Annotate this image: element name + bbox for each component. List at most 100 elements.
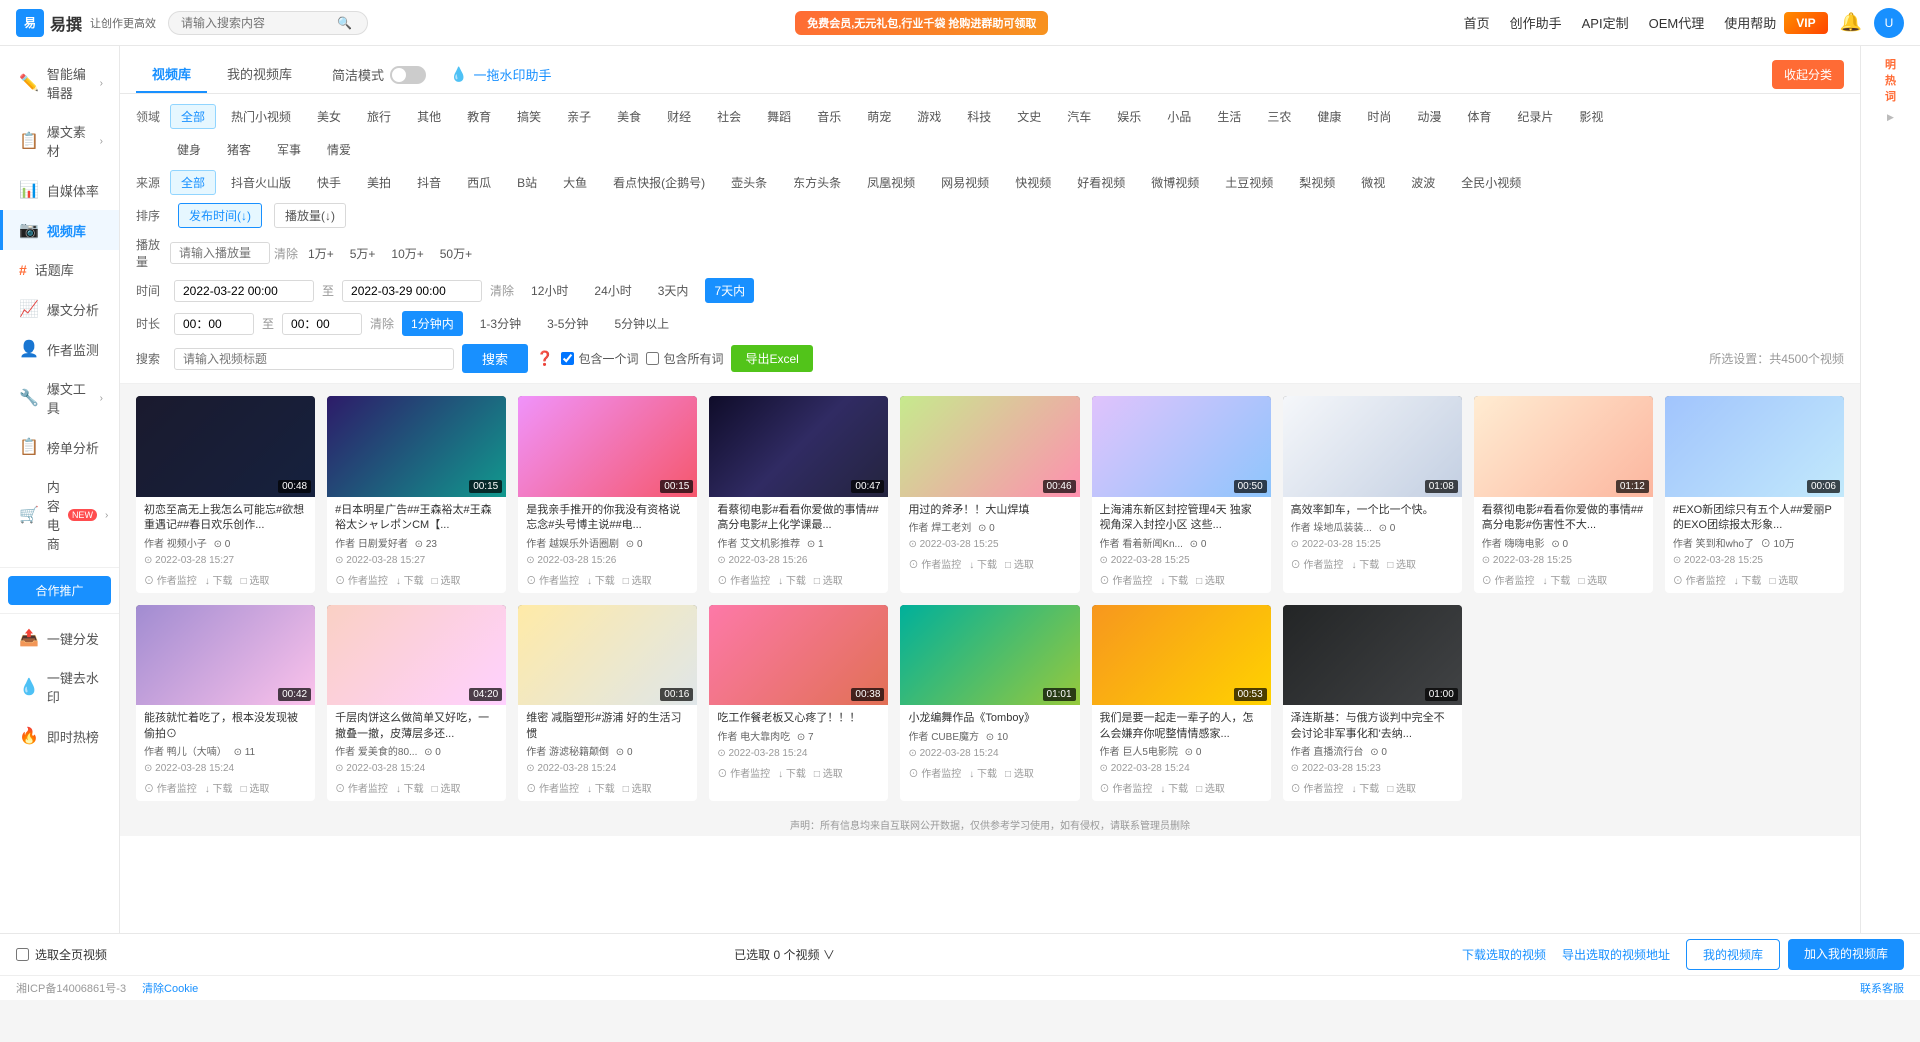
source-tag-li[interactable]: 梨视频 bbox=[1288, 170, 1346, 195]
nav-creator[interactable]: 创作助手 bbox=[1510, 13, 1562, 32]
video-card[interactable]: 00:38 吃工作餐老板又心疼了！！！ 作者 电大靠肉吃 ⊙ 7 ⊙ 2022-… bbox=[709, 605, 888, 802]
domain-tag-fitness[interactable]: 健身 bbox=[166, 137, 212, 162]
select-action[interactable]: □ 选取 bbox=[1578, 572, 1607, 587]
play-input[interactable] bbox=[170, 242, 270, 264]
domain-tag-fashion[interactable]: 时尚 bbox=[1356, 104, 1402, 129]
domain-tag-other[interactable]: 其他 bbox=[406, 104, 452, 129]
monitor-action[interactable]: ⊙ 作者监控 bbox=[1482, 572, 1535, 587]
select-action[interactable]: □ 选取 bbox=[1387, 780, 1416, 795]
monitor-action[interactable]: ⊙ 作者监控 bbox=[717, 572, 770, 587]
video-card[interactable]: 04:20 千层肉饼这么做简单又好吃，一撤叠一撤，皮薄层多还... 作者 爱美食… bbox=[327, 605, 506, 802]
domain-tag-ent[interactable]: 娱乐 bbox=[1106, 104, 1152, 129]
select-action[interactable]: □ 选取 bbox=[1196, 572, 1225, 587]
sidebar-item-article-material[interactable]: 📋 爆文素材 › bbox=[0, 112, 119, 170]
sidebar-item-article-analysis[interactable]: 📈 爆文分析 bbox=[0, 289, 119, 329]
domain-tag-anime[interactable]: 动漫 bbox=[1406, 104, 1452, 129]
sort-btn-time[interactable]: 发布时间(↓) bbox=[178, 203, 262, 228]
download-action[interactable]: ↓ 下载 bbox=[969, 556, 997, 571]
include-one-checkbox[interactable] bbox=[561, 352, 574, 365]
monitor-action[interactable]: ⊙ 作者监控 bbox=[335, 572, 388, 587]
domain-tag-society[interactable]: 社会 bbox=[706, 104, 752, 129]
download-action[interactable]: ↓ 下载 bbox=[778, 572, 806, 587]
help-icon[interactable]: ❓ bbox=[536, 350, 553, 367]
source-tag-dongfang[interactable]: 东方头条 bbox=[782, 170, 852, 195]
play-option-10w[interactable]: 10万+ bbox=[385, 243, 429, 264]
time-clear-btn[interactable]: 清除 bbox=[490, 282, 514, 299]
download-action[interactable]: ↓ 下载 bbox=[1543, 572, 1571, 587]
sidebar-item-video-library[interactable]: 📷 视频库 bbox=[0, 210, 119, 250]
monitor-action[interactable]: ⊙ 作者监控 bbox=[717, 765, 770, 780]
play-option-1w[interactable]: 1万+ bbox=[302, 243, 340, 264]
monitor-action[interactable]: ⊙ 作者监控 bbox=[1291, 780, 1344, 795]
video-card[interactable]: 00:53 我们是要一起走一辈子的人，怎么会嫌弃你呢整情情感家... 作者 巨人… bbox=[1092, 605, 1271, 802]
duration-end-input[interactable] bbox=[282, 313, 362, 335]
select-action[interactable]: □ 选取 bbox=[1387, 556, 1416, 571]
source-tag-weishi[interactable]: 微视 bbox=[1350, 170, 1396, 195]
source-tag-dayu[interactable]: 大鱼 bbox=[552, 170, 598, 195]
select-action[interactable]: □ 选取 bbox=[241, 780, 270, 795]
include-one-label[interactable]: 包含一个词 bbox=[561, 350, 638, 367]
add-lib-btn[interactable]: 加入我的视频库 bbox=[1788, 939, 1904, 970]
download-action[interactable]: ↓ 下载 bbox=[587, 572, 615, 587]
select-action[interactable]: □ 选取 bbox=[432, 572, 461, 587]
domain-tag-doc[interactable]: 纪录片 bbox=[1506, 104, 1564, 129]
download-action[interactable]: ↓ 下载 bbox=[1351, 780, 1379, 795]
sidebar-item-author-monitor[interactable]: 👤 作者监测 bbox=[0, 329, 119, 369]
source-tag-douyin[interactable]: 抖音火山版 bbox=[220, 170, 302, 195]
source-tag-quanmin[interactable]: 全民小视频 bbox=[1450, 170, 1532, 195]
domain-tag-tech[interactable]: 科技 bbox=[956, 104, 1002, 129]
play-option-50w[interactable]: 50万+ bbox=[434, 243, 478, 264]
vip-button[interactable]: VIP bbox=[1784, 12, 1827, 34]
nav-api[interactable]: API定制 bbox=[1582, 13, 1629, 32]
nav-home[interactable]: 首页 bbox=[1464, 13, 1490, 32]
domain-tag-funny[interactable]: 搞笑 bbox=[506, 104, 552, 129]
video-card[interactable]: 00:15 是我亲手推开的你我没有资格说忘念#头号博主说##电... 作者 越娱… bbox=[518, 396, 697, 593]
source-tag-xigua[interactable]: 西瓜 bbox=[456, 170, 502, 195]
source-tag-bilibili[interactable]: B站 bbox=[506, 170, 548, 195]
video-card[interactable]: 00:06 #EXO新团综只有五个人##爱丽P的EXO团综报太形象... 作者 … bbox=[1665, 396, 1844, 593]
monitor-action[interactable]: ⊙ 作者监控 bbox=[1673, 572, 1726, 587]
sidebar-item-smart-editor[interactable]: ✏️ 智能编辑器 › bbox=[0, 54, 119, 112]
domain-tag-sports[interactable]: 体育 bbox=[1456, 104, 1502, 129]
domain-tag-hot[interactable]: 热门小视频 bbox=[220, 104, 302, 129]
select-all-checkbox[interactable] bbox=[16, 948, 29, 961]
download-action[interactable]: ↓ 下载 bbox=[1351, 556, 1379, 571]
domain-tag-travel[interactable]: 旅行 bbox=[356, 104, 402, 129]
sort-btn-plays[interactable]: 播放量(↓) bbox=[274, 203, 346, 228]
domain-tag-rural[interactable]: 三农 bbox=[1256, 104, 1302, 129]
domain-tag-finance[interactable]: 财经 bbox=[656, 104, 702, 129]
select-action[interactable]: □ 选取 bbox=[1005, 765, 1034, 780]
duration-1min[interactable]: 1分钟内 bbox=[402, 311, 463, 336]
play-clear-btn[interactable]: 清除 bbox=[274, 245, 298, 262]
video-card[interactable]: 01:12 看蔡彻电影#看看你爱做的事情##高分电影#伤害性不大... 作者 嗨… bbox=[1474, 396, 1653, 593]
monitor-action[interactable]: ⊙ 作者监控 bbox=[144, 780, 197, 795]
select-action[interactable]: □ 选取 bbox=[241, 572, 270, 587]
download-btn[interactable]: 下载选取的视频 bbox=[1462, 946, 1546, 963]
domain-tag-edu[interactable]: 教育 bbox=[456, 104, 502, 129]
sidebar-item-publish[interactable]: 📤 一键分发 bbox=[0, 618, 119, 658]
time-24h[interactable]: 24小时 bbox=[585, 278, 640, 303]
duration-1-3min[interactable]: 1-3分钟 bbox=[471, 311, 530, 336]
domain-tag-music[interactable]: 音乐 bbox=[806, 104, 852, 129]
download-action[interactable]: ↓ 下载 bbox=[969, 765, 997, 780]
domain-tag-love[interactable]: 情爱 bbox=[316, 137, 362, 162]
banner-ad[interactable]: 免费会员,无元礼包,行业千袋 抢购进群助可领取 bbox=[795, 11, 1048, 35]
video-search-input[interactable] bbox=[174, 348, 454, 370]
video-card[interactable]: 01:00 泽连斯基：与俄方谈判中完全不会讨论非军事化和'去纳... 作者 直播… bbox=[1283, 605, 1462, 802]
tab-video-library[interactable]: 视频库 bbox=[136, 56, 207, 93]
domain-tag-food[interactable]: 美食 bbox=[606, 104, 652, 129]
video-card[interactable]: 00:47 看蔡彻电影#看看你爱做的事情##高分电影#上化学课最... 作者 艾… bbox=[709, 396, 888, 593]
domain-tag-kids[interactable]: 亲子 bbox=[556, 104, 602, 129]
download-action[interactable]: ↓ 下载 bbox=[205, 780, 233, 795]
download-action[interactable]: ↓ 下载 bbox=[396, 780, 424, 795]
download-action[interactable]: ↓ 下载 bbox=[1160, 572, 1188, 587]
source-tag-douyin2[interactable]: 抖音 bbox=[406, 170, 452, 195]
select-action[interactable]: □ 选取 bbox=[1005, 556, 1034, 571]
domain-tag-game[interactable]: 游戏 bbox=[906, 104, 952, 129]
export-excel-btn[interactable]: 导出Excel bbox=[731, 345, 812, 372]
domain-tag-health[interactable]: 健康 bbox=[1306, 104, 1352, 129]
monitor-action[interactable]: ⊙ 作者监控 bbox=[1100, 572, 1153, 587]
monitor-action[interactable]: ⊙ 作者监控 bbox=[335, 780, 388, 795]
source-tag-kuaishou[interactable]: 快手 bbox=[306, 170, 352, 195]
video-card[interactable]: 01:08 高效率卸车，一个比一个快。 作者 垛地瓜装装... ⊙ 0 ⊙ 20… bbox=[1283, 396, 1462, 593]
